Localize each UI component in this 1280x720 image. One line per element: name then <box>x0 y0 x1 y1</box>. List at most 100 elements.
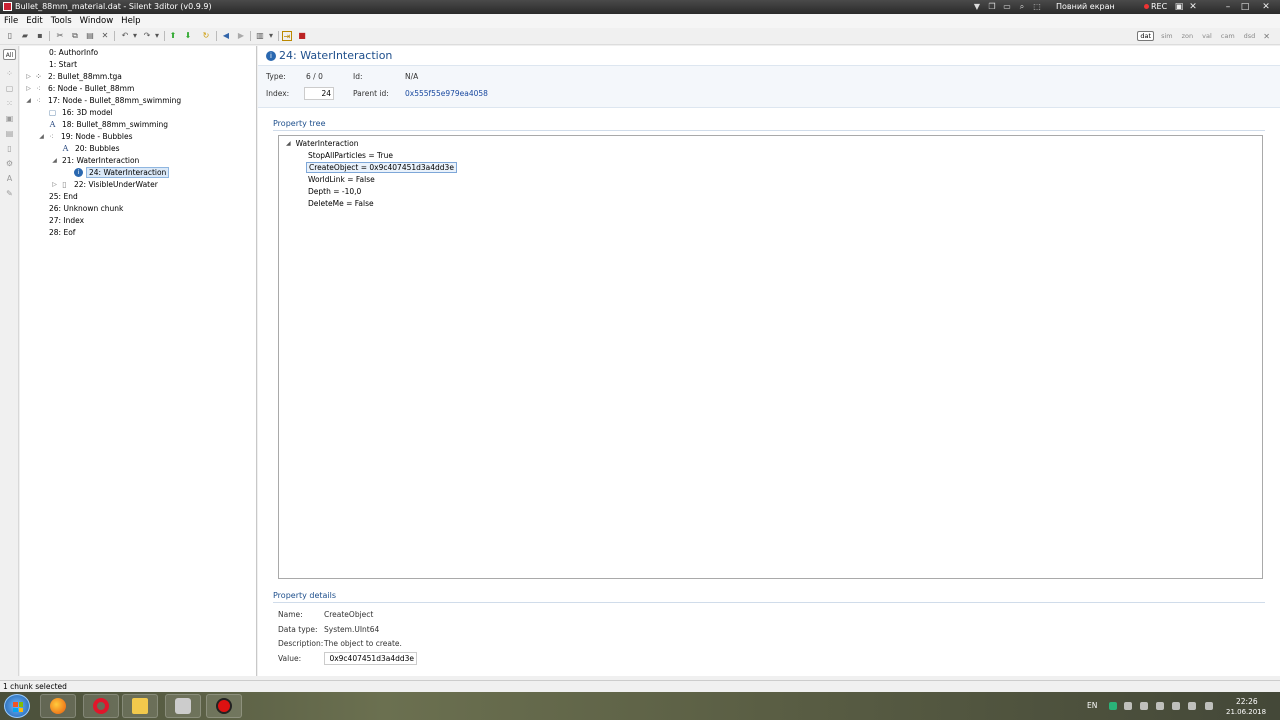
tray-app-icon[interactable] <box>1124 702 1132 710</box>
firefox-taskbar-button[interactable] <box>40 694 76 718</box>
tree-expander[interactable]: ◢ <box>38 133 45 140</box>
undo-dropdown-icon[interactable]: ▾ <box>130 31 140 41</box>
tree-item[interactable]: ◢ ⁖ 17: Node - Bullet_88mm_swimming <box>25 95 183 106</box>
view-tab-dat[interactable]: dat <box>1137 31 1155 41</box>
tree-expander[interactable]: ◢ <box>51 157 58 164</box>
close-recorder-icon[interactable]: ✕ <box>1186 1 1200 13</box>
value-field[interactable]: 0x9c407451d3a4dd3e <box>324 652 417 665</box>
save-icon[interactable]: ▪ <box>35 31 45 41</box>
tree-expander[interactable]: ◢ <box>25 97 32 104</box>
property-root[interactable]: ◢ WaterInteraction <box>286 138 359 149</box>
cut-icon[interactable]: ✂ <box>55 31 65 41</box>
filter-pencil-icon[interactable]: ✎ <box>4 188 15 199</box>
clock-time[interactable]: 22:26 <box>1236 697 1258 706</box>
tree-expander[interactable]: ▷ <box>25 73 32 80</box>
view-tab-cam[interactable]: cam <box>1219 32 1237 40</box>
rec-indicator[interactable]: REC <box>1144 2 1167 11</box>
tree-item[interactable]: A 20: Bubbles <box>52 143 121 154</box>
tree-item[interactable]: ▷ ⁖ 6: Node - Bullet_88mm <box>25 83 136 94</box>
forward-icon[interactable]: ▶ <box>236 31 246 41</box>
open-folder-icon[interactable]: ▰ <box>20 31 30 41</box>
tree-item[interactable]: 0: AuthorInfo <box>38 47 100 58</box>
tree-expander[interactable]: ▷ <box>25 85 32 92</box>
filter-list-icon[interactable]: ▤ <box>4 128 15 139</box>
tray-app-icon[interactable] <box>1140 702 1148 710</box>
tree-item[interactable]: ◢ 21: WaterInteraction <box>51 155 141 166</box>
columns-icon[interactable]: ▥ <box>255 31 265 41</box>
start-button[interactable] <box>4 694 30 718</box>
filter-node-icon[interactable]: ⁘ <box>4 68 15 79</box>
fullscreen-label[interactable]: Повний екран <box>1056 2 1115 11</box>
restore-icon[interactable]: ❐ <box>987 2 997 12</box>
collapse-icon[interactable]: ◢ <box>286 140 291 147</box>
view-tab-val[interactable]: val <box>1200 32 1214 40</box>
property-item[interactable]: WorldLink = False <box>308 174 375 185</box>
paste-icon[interactable]: ▤ <box>85 31 95 41</box>
tree-item[interactable]: A 18: Bullet_88mm_swimming <box>39 119 170 130</box>
back-icon[interactable]: ◀ <box>221 31 231 41</box>
columns-dropdown-icon[interactable]: ▾ <box>266 31 276 41</box>
tree-item[interactable]: 1: Start <box>38 59 79 70</box>
menu-help[interactable]: Help <box>121 16 140 26</box>
filter-texture-icon[interactable]: ⁙ <box>4 98 15 109</box>
display-icon[interactable] <box>1205 702 1213 710</box>
filter-text-icon[interactable]: A <box>4 173 15 184</box>
tray-app-icon[interactable] <box>1109 702 1117 710</box>
menu-window[interactable]: Window <box>80 16 114 26</box>
new-file-icon[interactable]: ▯ <box>5 31 15 41</box>
stop-icon[interactable]: ■ <box>297 31 307 41</box>
menu-file[interactable]: File <box>4 16 18 26</box>
view-tab-dsd[interactable]: dsd <box>1242 32 1258 40</box>
tray-app-icon[interactable] <box>1156 702 1164 710</box>
tree-item[interactable]: 28: Eof <box>38 227 77 238</box>
delete-icon[interactable]: ✕ <box>100 31 110 41</box>
maximize-button[interactable]: □ <box>1238 1 1252 13</box>
recorder-taskbar-button[interactable] <box>206 694 242 718</box>
dropdown-arrow-icon[interactable]: ▼ <box>972 2 982 12</box>
refresh-icon[interactable]: ↻ <box>201 31 211 41</box>
property-item[interactable]: DeleteMe = False <box>308 198 374 209</box>
tree-item[interactable]: 27: Index <box>38 215 86 226</box>
zoom-icon[interactable]: ⌕ <box>1017 2 1027 12</box>
filter-doc-icon[interactable]: ▯ <box>4 143 15 154</box>
tree-item[interactable]: 25: End <box>38 191 80 202</box>
tree-item[interactable]: 26: Unknown chunk <box>38 203 125 214</box>
view-tab-zon[interactable]: zon <box>1180 32 1196 40</box>
close-view-icon[interactable]: ✕ <box>1263 32 1270 41</box>
language-indicator[interactable]: EN <box>1087 701 1097 710</box>
opera-taskbar-button[interactable] <box>83 694 119 718</box>
camera-icon[interactable]: ▣ <box>1172 1 1186 13</box>
move-up-icon[interactable]: ⬆ <box>168 31 178 41</box>
filter-model-icon[interactable]: ▢ <box>4 83 15 94</box>
redo-icon[interactable]: ↷ <box>142 31 152 41</box>
clock-date[interactable]: 21.06.2018 <box>1226 708 1266 716</box>
undo-icon[interactable]: ↶ <box>120 31 130 41</box>
tree-item[interactable]: ▷ ⁘ 2: Bullet_88mm.tga <box>25 71 124 82</box>
explorer-taskbar-button[interactable] <box>122 694 158 718</box>
move-down-icon[interactable]: ⬇ <box>183 31 193 41</box>
property-item[interactable]: StopAllParticles = True <box>308 150 393 161</box>
filter-mesh-icon[interactable]: ▣ <box>4 113 15 124</box>
export-icon[interactable]: ⇥ <box>282 31 292 41</box>
tree-item[interactable]: ▢ 16: 3D model <box>39 107 115 118</box>
filter-all-button[interactable]: All <box>3 49 16 60</box>
redo-dropdown-icon[interactable]: ▾ <box>152 31 162 41</box>
menu-tools[interactable]: Tools <box>51 16 72 26</box>
silent3ditor-taskbar-button[interactable] <box>165 694 201 718</box>
property-item[interactable]: Depth = -10,0 <box>308 186 361 197</box>
tree-item[interactable]: ▷ ▯ 22: VisibleUnderWater <box>51 179 160 190</box>
minimize-button[interactable]: – <box>1221 1 1235 13</box>
filter-gear-icon[interactable]: ⚙ <box>4 158 15 169</box>
close-button[interactable]: ✕ <box>1259 1 1273 13</box>
index-field[interactable]: 24 <box>304 87 334 100</box>
volume-icon[interactable] <box>1188 702 1196 710</box>
property-item-selected[interactable]: CreateObject = 0x9c407451d3a4dd3e <box>306 162 457 173</box>
tree-item-selected[interactable]: i 24: WaterInteraction <box>65 167 170 178</box>
copy-icon[interactable]: ⧉ <box>70 31 80 41</box>
parent-id-link[interactable]: 0x555f55e979ea4058 <box>405 89 488 98</box>
network-icon[interactable] <box>1172 702 1180 710</box>
tree-item[interactable]: ◢ ⁖ 19: Node - Bubbles <box>38 131 135 142</box>
tree-expander[interactable]: ▷ <box>51 181 58 188</box>
menu-edit[interactable]: Edit <box>26 16 42 26</box>
view-tab-sim[interactable]: sim <box>1159 32 1175 40</box>
